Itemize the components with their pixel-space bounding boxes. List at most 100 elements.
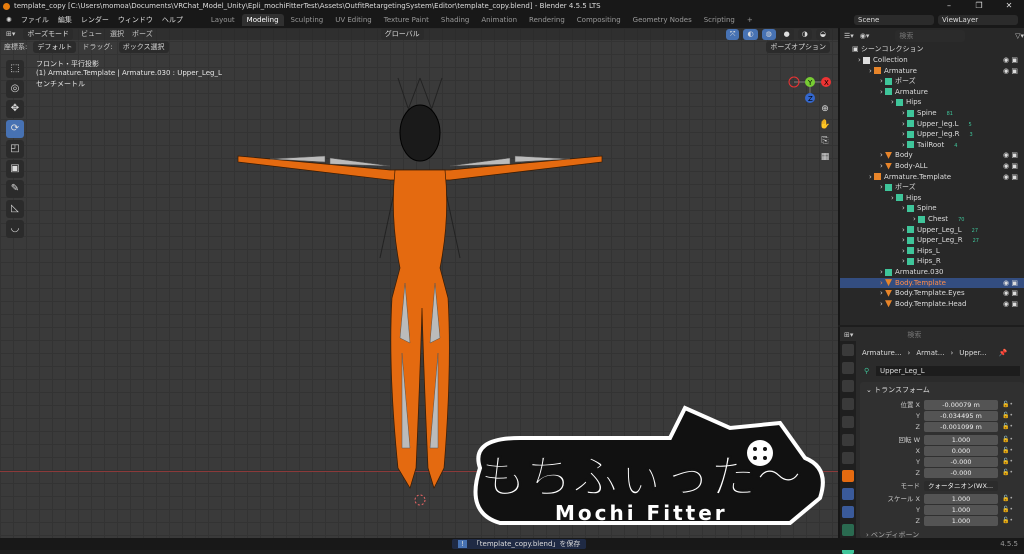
location-x-field[interactable]: -0.00079 m [924, 400, 998, 410]
menu-help[interactable]: ヘルプ [162, 15, 183, 25]
outliner-row[interactable]: › Armature ◉ ▣ [840, 66, 1024, 77]
scale-z-field[interactable]: 1.000 [924, 516, 998, 526]
rotation-y-field[interactable]: -0.000 [924, 457, 998, 467]
outliner-row[interactable]: › Armature.Template ◉ ▣ [840, 172, 1024, 183]
rotate-tool[interactable]: ⟳ [6, 120, 24, 138]
outliner-row[interactable]: › Body.Template.Eyes ◉ ▣ [840, 288, 1024, 299]
lock-icon[interactable]: 🔓• [1002, 435, 1013, 445]
pan-hand-icon[interactable]: ✋ [818, 120, 832, 134]
outliner-row[interactable]: › Hips_L [840, 246, 1024, 257]
shading-material[interactable]: ◑ [797, 28, 812, 40]
menu-pose[interactable]: ポーズ [132, 29, 153, 39]
annotate-tool[interactable]: ✎ [6, 180, 24, 198]
editor-type-icon[interactable]: ⊞▾ [6, 30, 15, 38]
menu-window[interactable]: ウィンドウ [118, 15, 153, 25]
outliner-row[interactable]: › Armature [840, 87, 1024, 98]
outliner-row[interactable]: › Body-ALL ◉ ▣ [840, 161, 1024, 172]
outliner-row[interactable]: › TailRoot 4 [840, 140, 1024, 151]
tab-animation[interactable]: Animation [476, 14, 522, 26]
rotation-w-field[interactable]: 1.000 [924, 435, 998, 445]
outliner-row[interactable]: › Hips_R [840, 256, 1024, 267]
scale-y-field[interactable]: 1.000 [924, 505, 998, 515]
lock-icon[interactable]: 🔓• [1002, 494, 1013, 504]
mode-selector[interactable]: ポーズモード [23, 28, 74, 40]
outliner-row[interactable]: › ポーズ [840, 182, 1024, 193]
measure-tool[interactable]: ◺ [6, 200, 24, 218]
outliner-row[interactable]: › ポーズ [840, 76, 1024, 87]
camera-icon[interactable]: ⎘ [818, 136, 832, 150]
outliner-row[interactable]: › Hips [840, 193, 1024, 204]
overlay-toggle[interactable]: ◐ [743, 28, 758, 40]
rotation-mode-dropdown[interactable]: クォータニオン(WX... [924, 481, 998, 491]
gizmo-toggle[interactable]: ⤧ [725, 28, 740, 40]
tab-compositing[interactable]: Compositing [572, 14, 626, 26]
visibility-eye-icon[interactable]: ◉ ▣ [1003, 66, 1018, 77]
outliner-row[interactable]: › Armature.030 [840, 267, 1024, 278]
tab-scripting[interactable]: Scripting [699, 14, 740, 26]
tab-rendering[interactable]: Rendering [524, 14, 570, 26]
coord-system-dropdown[interactable]: デフォルト [33, 41, 77, 53]
outliner-row[interactable]: › Upper_leg.L 5 [840, 119, 1024, 130]
move-tool[interactable]: ✥ [6, 100, 24, 118]
visibility-eye-icon[interactable]: ◉ ▣ [1003, 278, 1018, 289]
tab--[interactable]: + [742, 14, 758, 26]
tab-uv-editing[interactable]: UV Editing [330, 14, 377, 26]
outliner-row[interactable]: › Spine [840, 203, 1024, 214]
view-layer-selector[interactable]: ViewLayer [938, 15, 1018, 25]
visibility-eye-icon[interactable]: ◉ ▣ [1003, 172, 1018, 183]
visibility-eye-icon[interactable]: ◉ ▣ [1003, 161, 1018, 172]
outliner-row[interactable]: › Upper_Leg_L 27 [840, 225, 1024, 236]
outliner-row[interactable]: › Body.Template ◉ ▣ [840, 277, 1024, 289]
tab-texture-paint[interactable]: Texture Paint [379, 14, 434, 26]
maximize-button[interactable]: ❐ [964, 0, 994, 12]
location-y-field[interactable]: -0.034495 m [924, 411, 998, 421]
outliner-row[interactable]: › Upper_leg.R 3 [840, 129, 1024, 140]
menu-file[interactable]: ファイル [21, 15, 49, 25]
3d-viewport[interactable]: ⊞▾ ポーズモード ビュー 選択 ポーズ グローバル ⤧ ◐ ◍ ● ◑ ◒ 座… [0, 28, 838, 538]
shading-solid[interactable]: ● [779, 28, 794, 40]
bone-size-tool[interactable]: ◡ [6, 220, 24, 238]
filter-icon[interactable]: ▽▾ [1015, 32, 1024, 40]
shading-wireframe[interactable]: ◍ [761, 28, 776, 40]
scene-selector[interactable]: Scene [854, 15, 934, 25]
scale-x-field[interactable]: 1.000 [924, 494, 998, 504]
menu-edit[interactable]: 編集 [58, 15, 72, 25]
lock-icon[interactable]: 🔓• [1002, 457, 1013, 467]
select-box-tool[interactable]: ⬚ [6, 60, 24, 78]
cursor-tool[interactable]: ◎ [6, 80, 24, 98]
outliner-row[interactable]: › Body.Template.Head ◉ ▣ [840, 299, 1024, 310]
location-z-field[interactable]: -0.001099 m [924, 422, 998, 432]
lock-icon[interactable]: 🔓• [1002, 516, 1013, 526]
outliner-row[interactable]: › Chest 70 [840, 214, 1024, 225]
close-button[interactable]: ✕ [994, 0, 1024, 12]
lock-icon[interactable]: 🔓• [1002, 400, 1013, 410]
lock-icon[interactable]: 🔓• [1002, 446, 1013, 456]
outliner-row[interactable]: › Collection ◉ ▣ [840, 55, 1024, 66]
lock-icon[interactable]: 🔓• [1002, 422, 1013, 432]
tab-layout[interactable]: Layout [206, 14, 240, 26]
zoom-icon[interactable]: ⊕ [818, 104, 832, 118]
minimize-button[interactable]: – [934, 0, 964, 12]
visibility-eye-icon[interactable]: ◉ ▣ [1003, 299, 1018, 310]
outliner-row[interactable]: › Spine 81 [840, 108, 1024, 119]
filter-view-icon[interactable]: ◉▾ [860, 32, 870, 40]
pose-options-dropdown[interactable]: ポーズオプション [766, 41, 830, 53]
display-mode-icon[interactable]: ☰▾ [844, 32, 854, 40]
menu-select[interactable]: 選択 [110, 29, 124, 39]
rotation-z-field[interactable]: -0.000 [924, 468, 998, 478]
grid-view-icon[interactable]: ▦ [818, 152, 832, 166]
visibility-eye-icon[interactable]: ◉ ▣ [1003, 55, 1018, 66]
transform-tool[interactable]: ▣ [6, 160, 24, 178]
tab-shading[interactable]: Shading [436, 14, 474, 26]
outliner-row[interactable]: › Upper_Leg_R 27 [840, 235, 1024, 246]
outliner-row[interactable]: › Hips [840, 97, 1024, 108]
visibility-eye-icon[interactable]: ◉ ▣ [1003, 288, 1018, 299]
rotation-x-field[interactable]: 0.000 [924, 446, 998, 456]
visibility-eye-icon[interactable]: ◉ ▣ [1003, 150, 1018, 161]
drag-dropdown[interactable]: ボックス選択 [118, 41, 169, 53]
outliner-search[interactable]: 検索 [895, 30, 966, 42]
lock-icon[interactable]: 🔓• [1002, 505, 1013, 515]
menu-render[interactable]: レンダー [81, 15, 109, 25]
scene-collection[interactable]: ▣ シーンコレクション [852, 44, 924, 54]
shading-rendered[interactable]: ◒ [815, 28, 830, 40]
